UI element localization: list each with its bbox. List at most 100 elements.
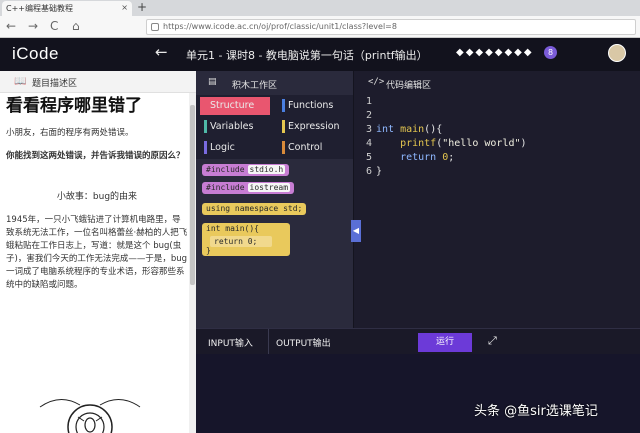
watermark: 头条 @鱼sir选课笔记 bbox=[474, 404, 598, 419]
code-line[interactable]: 2 bbox=[354, 109, 640, 123]
category-color-bar bbox=[204, 141, 207, 154]
current-level-badge[interactable]: 8 bbox=[544, 46, 557, 59]
blocks-panel-title: 积木工作区 bbox=[232, 81, 278, 91]
return-block[interactable]: return 0; bbox=[210, 236, 272, 247]
code-line[interactable]: 1 bbox=[354, 95, 640, 109]
url-input[interactable]: https://www.icode.ac.cn/oj/prof/classic/… bbox=[146, 19, 636, 35]
category-structure[interactable]: Structure bbox=[210, 97, 254, 114]
io-bar: INPUT输入 OUTPUT输出 运行 ⤢ bbox=[196, 328, 640, 355]
category-label: Control bbox=[288, 142, 323, 153]
home-icon[interactable]: ⌂ bbox=[72, 19, 80, 33]
block-keyword: using namespace std; bbox=[206, 204, 303, 213]
block-slot[interactable]: iostream bbox=[247, 183, 291, 192]
code-line[interactable]: 6} bbox=[354, 165, 640, 179]
category-color-bar bbox=[204, 120, 207, 133]
code-punct: (){ bbox=[424, 124, 443, 135]
console-area[interactable] bbox=[196, 354, 640, 433]
run-button[interactable]: 运行 bbox=[418, 333, 472, 352]
category-control[interactable]: Control bbox=[282, 139, 323, 156]
book-icon: 📖 bbox=[14, 76, 27, 87]
back-icon[interactable]: ← bbox=[6, 19, 16, 33]
code-line[interactable]: 3 int main(){ bbox=[354, 123, 640, 137]
url-text: https://www.icode.ac.cn/oj/prof/classic/… bbox=[163, 22, 397, 31]
main-function-block[interactable]: int main(){ return 0; } bbox=[202, 223, 290, 256]
new-tab-button[interactable]: + bbox=[137, 0, 147, 15]
expand-icon[interactable]: ⤢ bbox=[488, 334, 497, 348]
category-logic[interactable]: Logic bbox=[204, 139, 235, 156]
block-slot[interactable]: stdio.h bbox=[247, 165, 286, 174]
blocks-icon: ▤ bbox=[208, 77, 217, 87]
category-color-bar bbox=[282, 141, 285, 154]
block-close-brace: } bbox=[206, 246, 211, 255]
category-label: Structure bbox=[210, 100, 255, 111]
code-punct: ; bbox=[448, 152, 455, 163]
problem-task: 你能找到这两处错误，并告诉我错误的原因么？ bbox=[6, 151, 185, 161]
block-keyword: #include bbox=[206, 183, 245, 192]
code-editor[interactable]: </> 代码编辑区 1 2 3 int main(){ 4 printf("hel… bbox=[353, 71, 640, 328]
description-scrollbar-thumb[interactable] bbox=[190, 105, 195, 285]
browser-tabbar: C++编程基础教程 × + bbox=[0, 0, 640, 16]
code-lines[interactable]: 1 2 3 int main(){ 4 printf("hello world")… bbox=[354, 95, 640, 179]
editor-header: </> 代码编辑区 bbox=[354, 71, 640, 95]
description-body: 看看程序哪里错了 小朋友，右面的程序有两处错误。 你能找到这两处错误，并告诉我错… bbox=[6, 95, 188, 292]
line-number: 3 bbox=[365, 124, 372, 135]
block-keyword: return 0; bbox=[214, 237, 258, 246]
category-label: Variables bbox=[210, 121, 254, 132]
reload-icon[interactable]: C bbox=[50, 19, 58, 33]
line-number: 4 bbox=[365, 138, 372, 149]
code-keyword: return bbox=[376, 152, 437, 163]
browser-addressbar: ← → C ⌂ https://www.icode.ac.cn/oj/prof/… bbox=[0, 16, 640, 38]
category-label: Logic bbox=[210, 142, 235, 153]
block-keyword: int main(){ bbox=[206, 224, 259, 233]
line-number: 1 bbox=[365, 96, 372, 107]
block-categories: Structure Functions Variables Expression… bbox=[196, 95, 353, 159]
blocks-panel: ▤ 积木工作区 Structure Functions Variables Ex… bbox=[196, 71, 353, 328]
using-namespace-block[interactable]: using namespace std; bbox=[202, 203, 307, 215]
bug-illustration bbox=[39, 399, 141, 433]
category-functions[interactable]: Functions bbox=[282, 97, 334, 114]
category-label: Functions bbox=[288, 100, 334, 111]
problem-intro: 小朋友，右面的程序有两处错误。 bbox=[6, 128, 134, 138]
code-line[interactable]: 4 printf("hello world") bbox=[354, 137, 640, 151]
forward-icon[interactable]: → bbox=[28, 19, 38, 33]
tab-output[interactable]: OUTPUT输出 bbox=[276, 336, 331, 349]
category-variables[interactable]: Variables bbox=[204, 118, 254, 135]
category-color-bar bbox=[282, 120, 285, 133]
level-progress-dots[interactable]: ◆◆◆◆◆◆◆◆ bbox=[456, 47, 534, 58]
avatar[interactable] bbox=[608, 44, 626, 62]
line-number: 2 bbox=[365, 110, 372, 121]
description-panel-header: 📖 题目描述区 bbox=[0, 71, 196, 93]
logo: iCode bbox=[12, 44, 59, 63]
panel-collapse-handle[interactable]: ◀ bbox=[351, 220, 361, 242]
problem-heading: 看看程序哪里错了 bbox=[6, 96, 142, 116]
code-punct: ) bbox=[520, 138, 527, 149]
code-line[interactable]: 5 return 0; bbox=[354, 151, 640, 165]
category-expression[interactable]: Expression bbox=[282, 118, 340, 135]
description-panel-title: 题目描述区 bbox=[32, 79, 78, 89]
code-icon: </> bbox=[368, 77, 385, 87]
browser-tab[interactable]: C++编程基础教程 × bbox=[2, 1, 132, 16]
code-function: main bbox=[394, 124, 425, 135]
blocks-panel-header: ▤ 积木工作区 bbox=[196, 71, 353, 95]
editor-title: 代码编辑区 bbox=[386, 81, 432, 91]
story-text: 1945年，一只小飞蛾钻进了计算机电路里，导致系统无法工作，一位名叫格蕾丝·赫柏… bbox=[6, 215, 188, 290]
page-title: 单元1 - 课时8 - 教电脑说第一句话（printf输出） bbox=[186, 49, 428, 62]
code-string: "hello world" bbox=[442, 138, 521, 149]
description-panel: 📖 题目描述区 看看程序哪里错了 小朋友，右面的程序有两处错误。 你能找到这两处… bbox=[0, 71, 196, 433]
code-keyword: int bbox=[376, 124, 395, 135]
tab-input[interactable]: INPUT输入 bbox=[208, 336, 253, 349]
back-arrow-icon[interactable]: ← bbox=[155, 43, 168, 61]
include-block[interactable]: #include stdio.h bbox=[202, 164, 290, 176]
line-number: 5 bbox=[365, 152, 372, 163]
include-block[interactable]: #include iostream bbox=[202, 182, 295, 194]
story-title: 小故事：bug的由来 bbox=[56, 192, 138, 202]
app-header: iCode ← 单元1 - 课时8 - 教电脑说第一句话（printf输出） ◆… bbox=[0, 38, 640, 71]
code-function: printf bbox=[376, 138, 437, 149]
category-label: Expression bbox=[288, 121, 340, 132]
lock-icon bbox=[151, 23, 159, 31]
tab-title: C++编程基础教程 bbox=[6, 4, 73, 13]
line-number: 6 bbox=[365, 166, 372, 177]
code-number: 0 bbox=[436, 152, 449, 163]
tab-close-icon[interactable]: × bbox=[121, 3, 128, 12]
block-keyword: #include bbox=[206, 165, 245, 174]
